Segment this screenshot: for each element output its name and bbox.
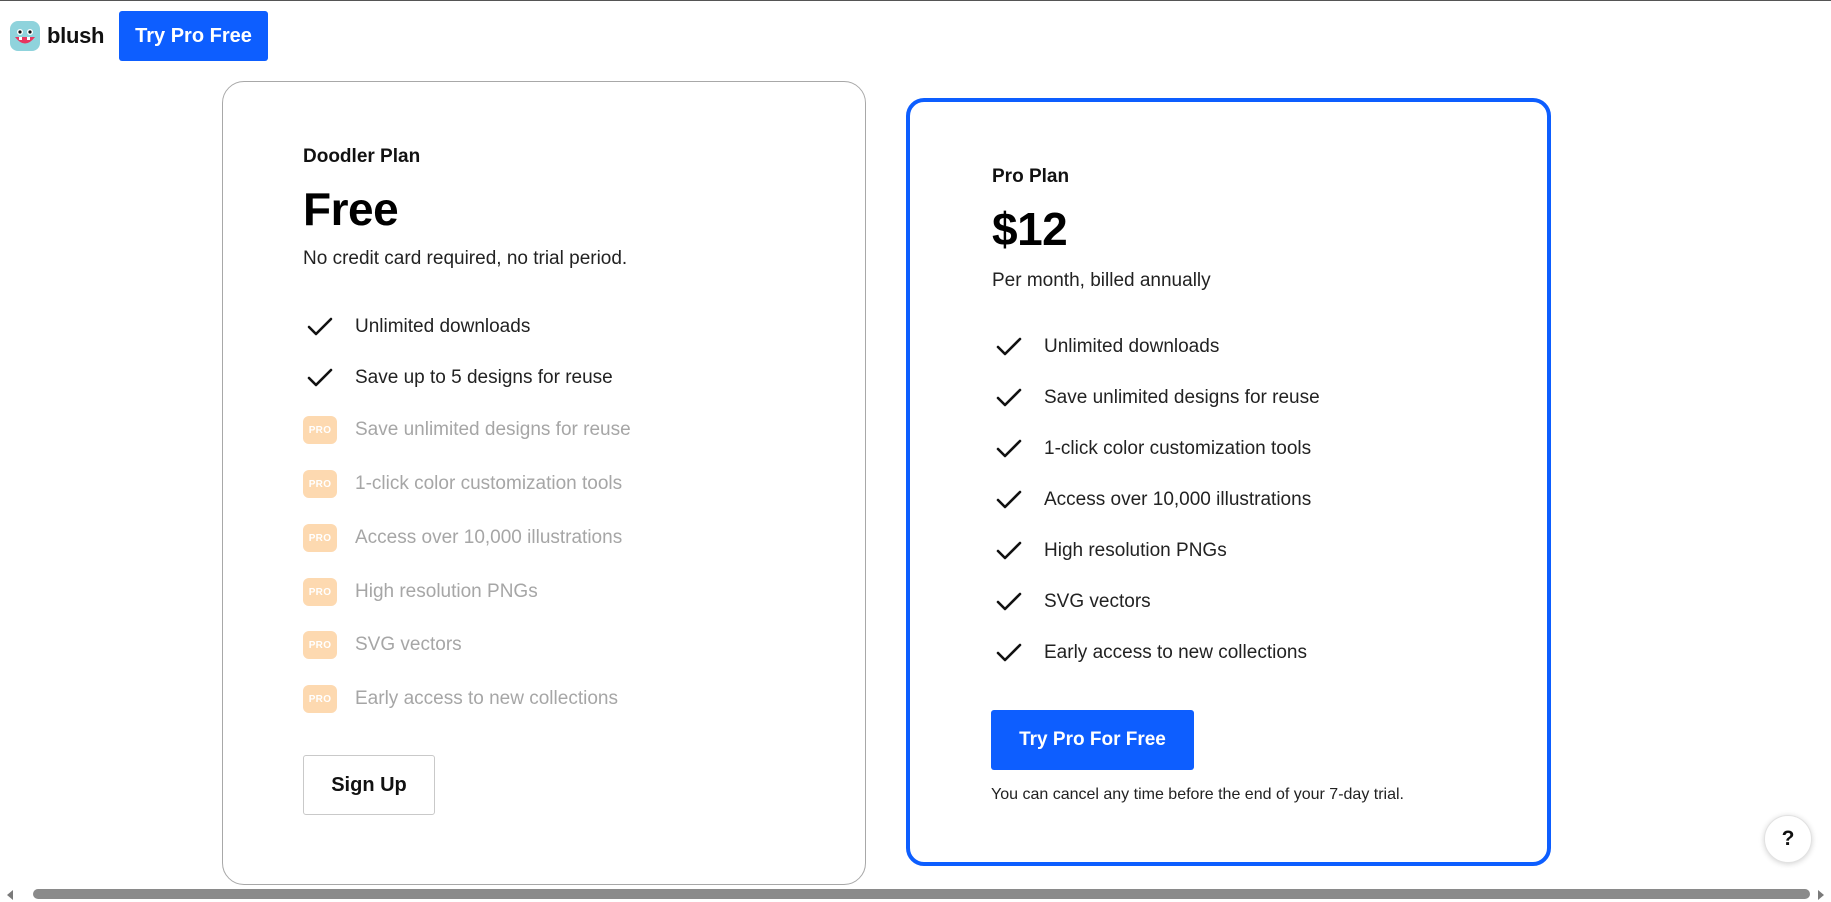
feature-label: 1-click color customization tools <box>1044 438 1312 459</box>
pro-badge-icon: PRO <box>303 685 337 713</box>
list-item: Save unlimited designs for reuse <box>992 383 1320 413</box>
list-item: PRO Save unlimited designs for reuse <box>303 415 631 445</box>
list-item: Unlimited downloads <box>303 312 530 342</box>
check-icon <box>992 485 1026 515</box>
pro-badge-icon: PRO <box>303 416 337 444</box>
check-icon <box>992 434 1026 464</box>
list-item: Access over 10,000 illustrations <box>992 485 1311 515</box>
feature-list: Unlimited downloads Save unlimited desig… <box>992 102 1492 702</box>
check-icon <box>303 363 337 393</box>
feature-label: Early access to new collections <box>1044 642 1307 663</box>
pro-badge-icon: PRO <box>303 578 337 606</box>
list-item: PRO 1-click color customization tools <box>303 469 622 499</box>
feature-label: Save unlimited designs for reuse <box>1044 387 1320 408</box>
list-item: Early access to new collections <box>992 638 1307 668</box>
check-icon <box>992 638 1026 668</box>
pro-badge-icon: PRO <box>303 524 337 552</box>
scroll-right-arrow-icon[interactable] <box>1818 890 1824 900</box>
feature-label: Early access to new collections <box>355 688 618 709</box>
pro-badge-icon: PRO <box>303 631 337 659</box>
help-button[interactable]: ? <box>1764 815 1812 863</box>
list-item: PRO High resolution PNGs <box>303 577 538 607</box>
pro-badge-icon: PRO <box>303 470 337 498</box>
sign-up-button[interactable]: Sign Up <box>303 755 435 815</box>
feature-label: Access over 10,000 illustrations <box>355 527 623 548</box>
feature-label: High resolution PNGs <box>355 581 538 602</box>
brand[interactable]: blush <box>9 20 104 52</box>
try-pro-for-free-button[interactable]: Try Pro For Free <box>991 710 1194 770</box>
horizontal-scrollbar[interactable] <box>0 885 1831 902</box>
trial-note: You can cancel any time before the end o… <box>991 786 1404 803</box>
list-item: SVG vectors <box>992 587 1151 617</box>
list-item: PRO SVG vectors <box>303 630 462 660</box>
list-item: PRO Access over 10,000 illustrations <box>303 523 622 553</box>
list-item: Save up to 5 designs for reuse <box>303 363 613 393</box>
scrollbar-thumb[interactable] <box>33 889 1810 899</box>
check-icon <box>992 383 1026 413</box>
blush-monster-logo-icon <box>10 21 40 51</box>
try-pro-free-button[interactable]: Try Pro Free <box>119 11 268 61</box>
feature-label: Access over 10,000 illustrations <box>1044 489 1312 510</box>
pro-plan-card: Pro Plan $12 Per month, billed annually … <box>906 98 1551 866</box>
list-item: 1-click color customization tools <box>992 434 1311 464</box>
check-icon <box>992 587 1026 617</box>
feature-label: SVG vectors <box>355 634 462 655</box>
feature-label: SVG vectors <box>1044 591 1151 612</box>
scroll-left-arrow-icon[interactable] <box>7 890 13 900</box>
feature-label: Unlimited downloads <box>355 316 531 337</box>
feature-label: Save unlimited designs for reuse <box>355 419 631 440</box>
free-plan-card: Doodler Plan Free No credit card require… <box>222 81 866 885</box>
check-icon <box>992 332 1026 362</box>
check-icon <box>303 312 337 342</box>
brand-name: blush <box>47 23 105 48</box>
feature-label: Unlimited downloads <box>1044 336 1220 357</box>
feature-label: Save up to 5 designs for reuse <box>355 367 613 388</box>
list-item: Unlimited downloads <box>992 332 1219 362</box>
feature-label: 1-click color customization tools <box>355 473 623 494</box>
list-item: PRO Early access to new collections <box>303 684 618 714</box>
list-item: High resolution PNGs <box>992 536 1227 566</box>
feature-list: Unlimited downloads Save up to 5 designs… <box>303 82 803 782</box>
feature-label: High resolution PNGs <box>1044 540 1227 561</box>
check-icon <box>992 536 1026 566</box>
